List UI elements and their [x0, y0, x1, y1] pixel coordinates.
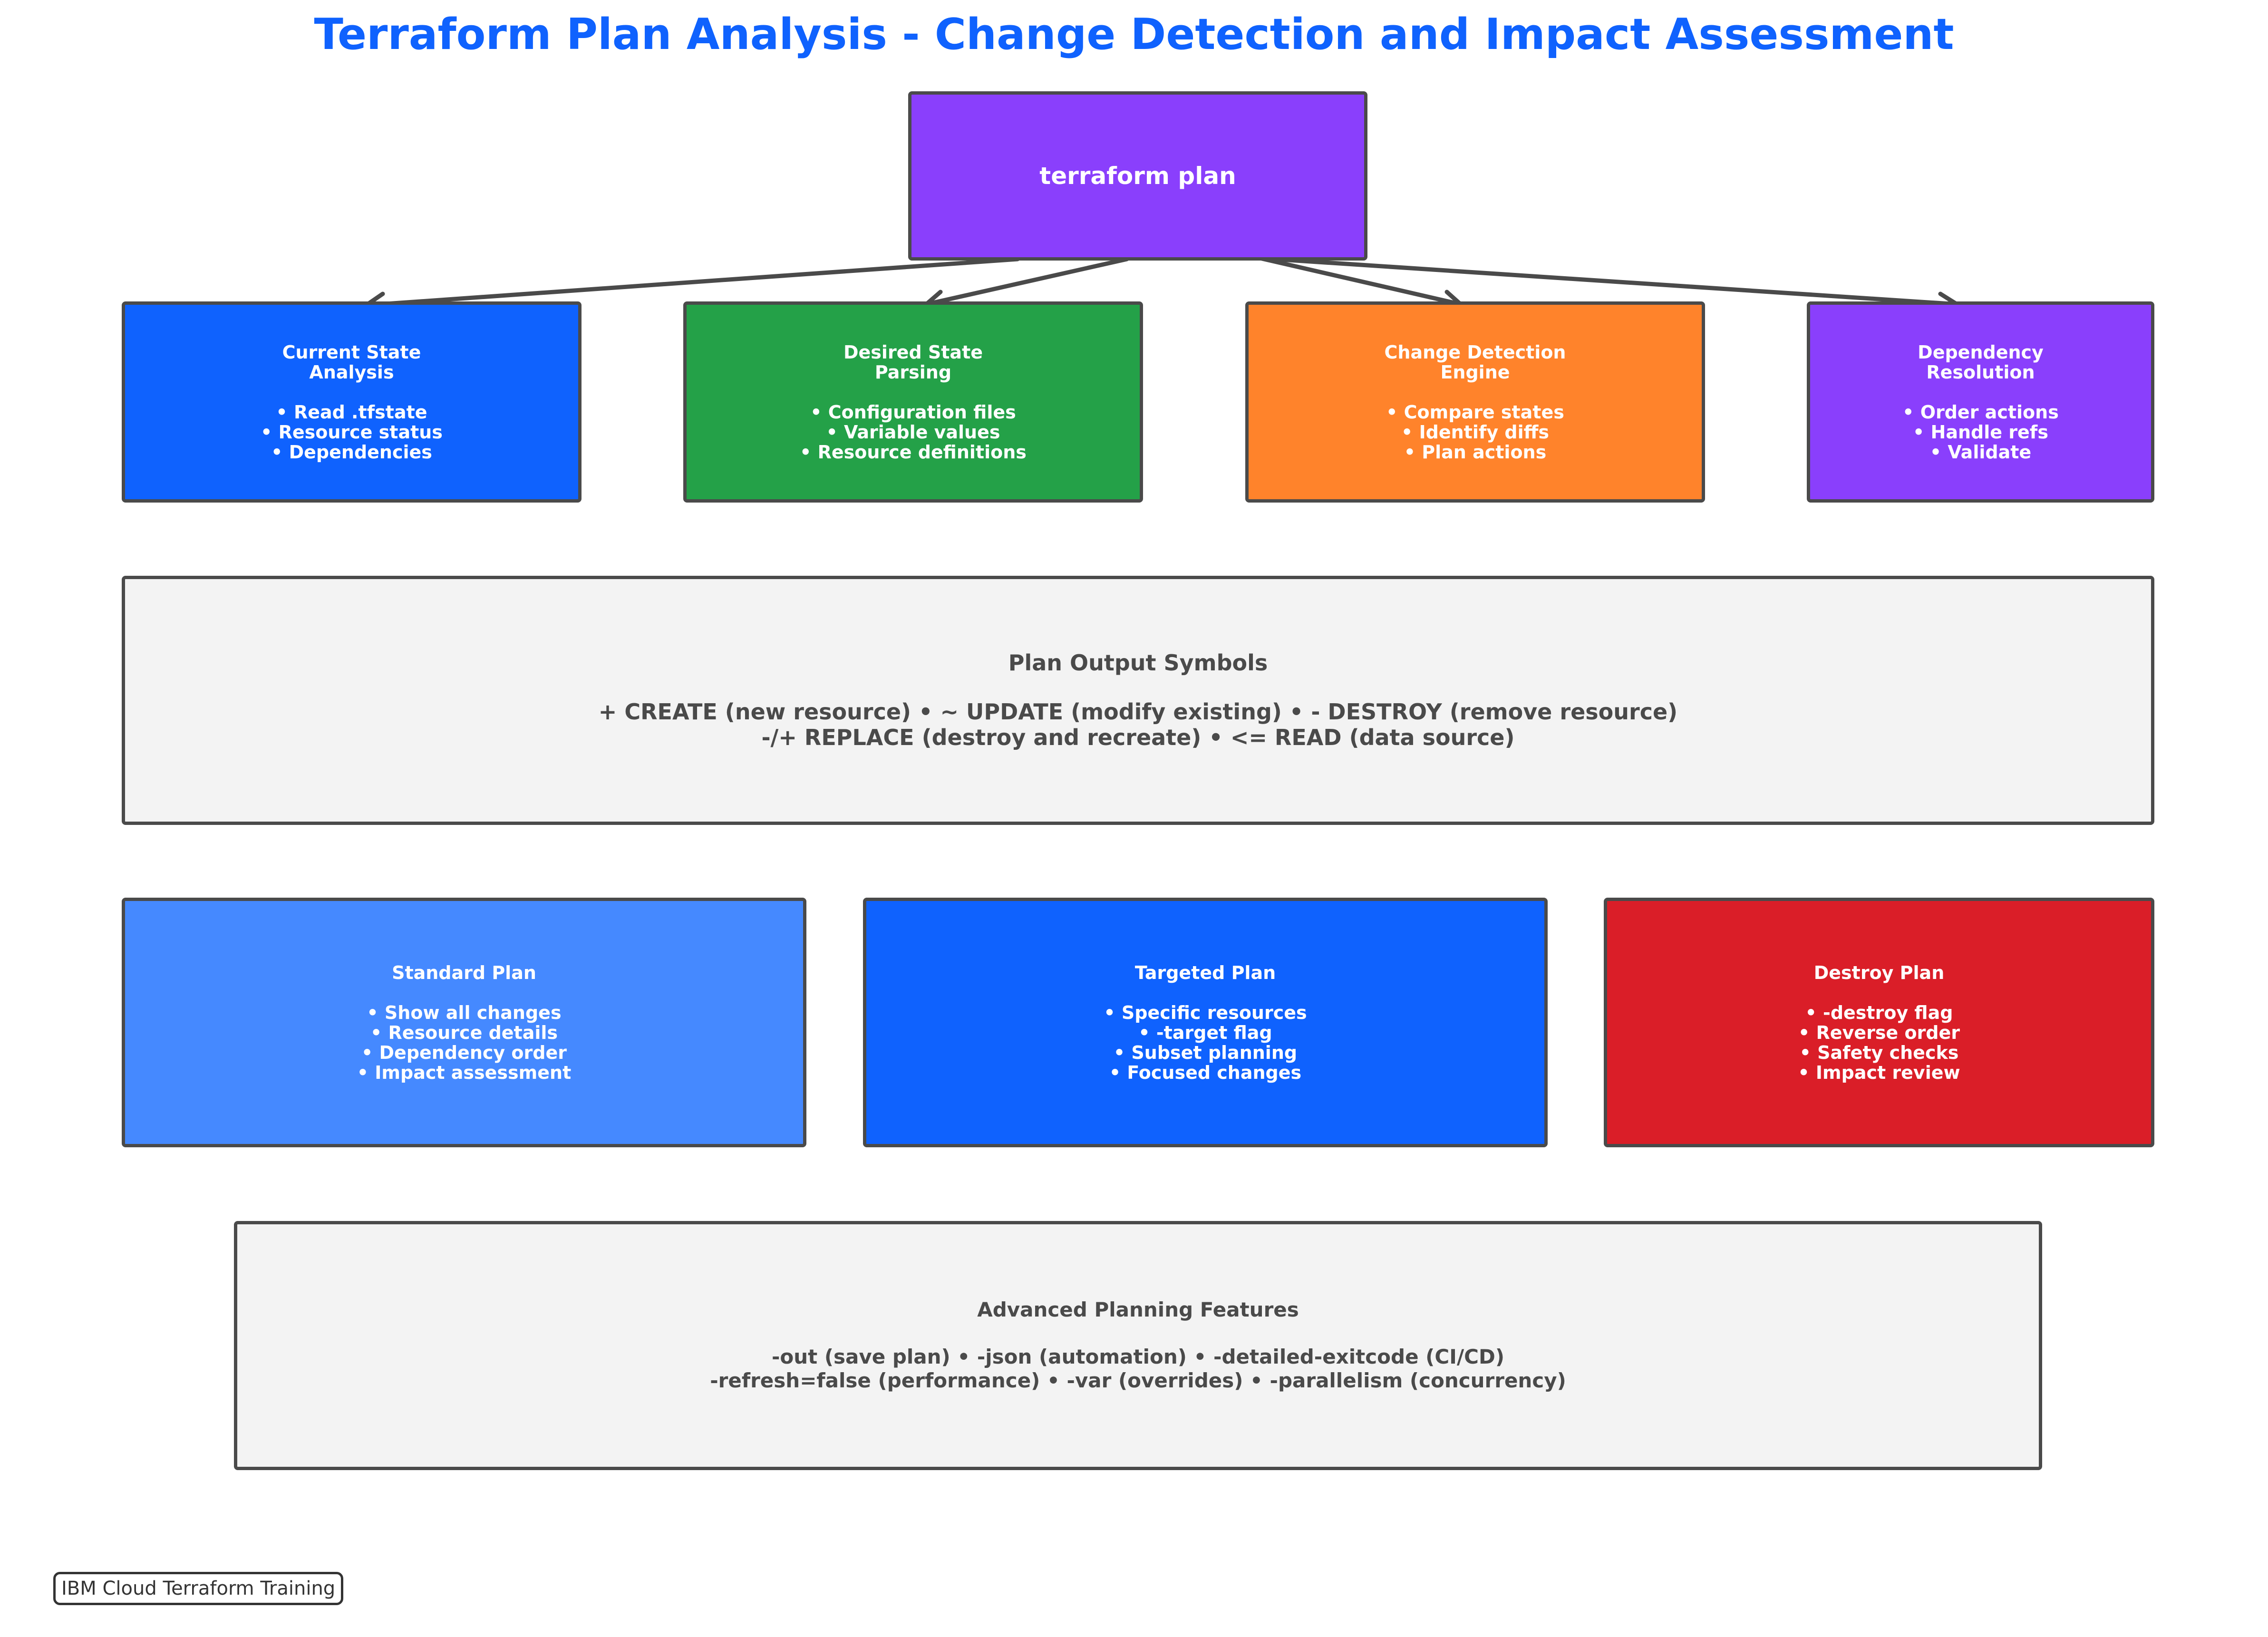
terraform-plan-node: terraform plan	[908, 91, 1367, 261]
list-item: • Order actions	[1902, 401, 2059, 423]
advanced-planning-lines: -out (save plan) • -json (automation) • …	[710, 1345, 1566, 1393]
plan-output-symbols-panel: Plan Output Symbols + CREATE (new resour…	[122, 576, 2154, 825]
standard-plan-title: Standard Plan	[392, 962, 536, 983]
targeted-plan-title: Targeted Plan	[1134, 962, 1276, 983]
standard-plan-box: Standard Plan • Show all changes • Resou…	[122, 898, 806, 1147]
list-item: • Validate	[1929, 441, 2032, 463]
destroy-plan-box: Destroy Plan • -destroy flag • Reverse o…	[1604, 898, 2154, 1147]
destroy-plan-items: • -destroy flag • Reverse order • Safety…	[1798, 1003, 1960, 1083]
advanced-planning-title: Advanced Planning Features	[977, 1298, 1299, 1321]
list-item: • Resource status	[261, 421, 443, 443]
change-detection-items: • Compare states • Identify diffs • Plan…	[1386, 402, 1564, 462]
list-item: • Identify diffs	[1401, 421, 1550, 443]
current-state-analysis-box: Current State Analysis • Read .tfstate •…	[122, 301, 582, 503]
list-item: • Dependency order	[361, 1042, 567, 1063]
dependency-resolution-items: • Order actions • Handle refs • Validate	[1902, 402, 2059, 462]
change-detection-title: Change Detection Engine	[1384, 341, 1566, 383]
arrow-to-desired-state	[924, 257, 1129, 307]
symbols-line: -/+ REPLACE (destroy and recreate) • <= …	[761, 725, 1515, 750]
advanced-planning-features-panel: Advanced Planning Features -out (save pl…	[234, 1221, 2042, 1470]
list-item: • Resource details	[370, 1022, 558, 1043]
current-state-title: Current State Analysis	[282, 341, 421, 383]
list-item: • Plan actions	[1404, 441, 1547, 463]
change-detection-engine-box: Change Detection Engine • Compare states…	[1245, 301, 1705, 503]
list-item: • Dependencies	[271, 441, 432, 463]
terraform-plan-label: terraform plan	[1039, 162, 1236, 190]
footer-label: IBM Cloud Terraform Training	[53, 1572, 344, 1605]
list-item: • Compare states	[1386, 401, 1564, 423]
destroy-plan-title: Destroy Plan	[1813, 962, 1945, 983]
list-item: • Variable values	[826, 421, 1000, 443]
list-item: • -destroy flag	[1805, 1002, 1953, 1023]
list-item: • Show all changes	[367, 1002, 562, 1023]
list-item: • Reverse order	[1798, 1022, 1960, 1043]
list-item: • Resource definitions	[800, 441, 1027, 463]
plan-output-symbols-lines: + CREATE (new resource) • ~ UPDATE (modi…	[599, 699, 1677, 750]
dependency-resolution-box: Dependency Resolution • Order actions • …	[1807, 301, 2154, 503]
dependency-resolution-title: Dependency Resolution	[1918, 341, 2044, 383]
list-item: • Impact assessment	[357, 1062, 572, 1083]
list-item: • -target flag	[1138, 1022, 1272, 1043]
advanced-line: -out (save plan) • -json (automation) • …	[771, 1345, 1505, 1368]
desired-state-parsing-box: Desired State Parsing • Configuration fi…	[683, 301, 1143, 503]
arrow-to-current-state	[364, 257, 1020, 308]
list-item: • Handle refs	[1913, 421, 2048, 443]
list-item: • Safety checks	[1799, 1042, 1959, 1063]
list-item: • Impact review	[1798, 1062, 1960, 1083]
advanced-line: -refresh=false (performance) • -var (ove…	[710, 1369, 1566, 1392]
current-state-items: • Read .tfstate • Resource status • Depe…	[261, 402, 443, 462]
list-item: • Focused changes	[1109, 1062, 1302, 1083]
list-item: • Subset planning	[1113, 1042, 1298, 1063]
targeted-plan-items: • Specific resources • -target flag • Su…	[1104, 1003, 1307, 1083]
list-item: • Configuration files	[810, 401, 1016, 423]
desired-state-title: Desired State Parsing	[843, 341, 983, 383]
desired-state-items: • Configuration files • Variable values …	[800, 402, 1027, 462]
standard-plan-items: • Show all changes • Resource details • …	[357, 1003, 572, 1083]
plan-output-symbols-title: Plan Output Symbols	[1008, 650, 1268, 676]
targeted-plan-box: Targeted Plan • Specific resources • -ta…	[863, 898, 1548, 1147]
list-item: • Specific resources	[1104, 1002, 1307, 1023]
symbols-line: + CREATE (new resource) • ~ UPDATE (modi…	[598, 699, 1678, 725]
list-item: • Read .tfstate	[276, 401, 427, 423]
